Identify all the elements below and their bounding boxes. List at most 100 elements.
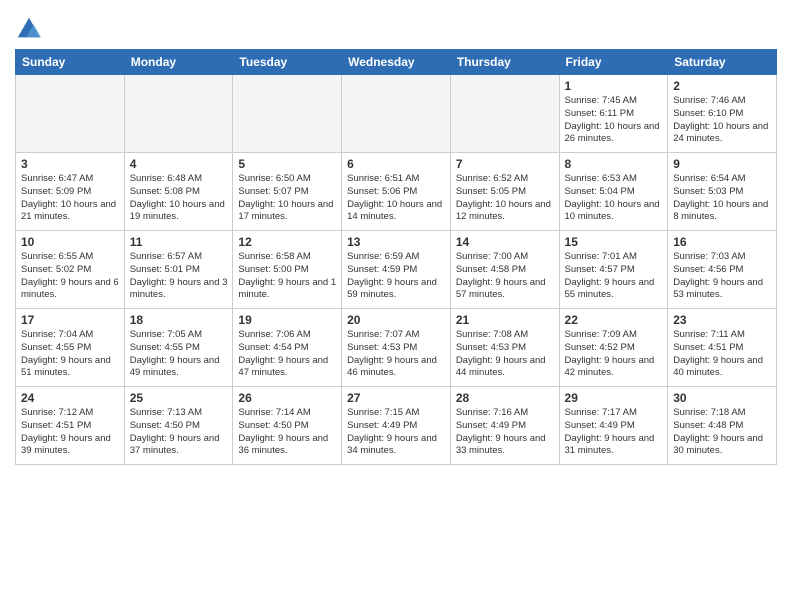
day-cell (450, 75, 559, 153)
day-number: 25 (130, 391, 228, 405)
day-cell: 19 Sunrise: 7:06 AMSunset: 4:54 PMDayligh… (233, 309, 342, 387)
day-info: Sunrise: 7:07 AMSunset: 4:53 PMDaylight:… (347, 329, 445, 380)
day-number: 6 (347, 157, 445, 171)
day-info: Sunrise: 6:55 AMSunset: 5:02 PMDaylight:… (21, 251, 119, 302)
day-cell: 12 Sunrise: 6:58 AMSunset: 5:00 PMDayligh… (233, 231, 342, 309)
day-cell: 22 Sunrise: 7:09 AMSunset: 4:52 PMDayligh… (559, 309, 668, 387)
col-header-sunday: Sunday (16, 50, 125, 75)
day-info: Sunrise: 7:01 AMSunset: 4:57 PMDaylight:… (565, 251, 663, 302)
day-info: Sunrise: 6:50 AMSunset: 5:07 PMDaylight:… (238, 173, 336, 224)
day-cell: 11 Sunrise: 6:57 AMSunset: 5:01 PMDayligh… (124, 231, 233, 309)
day-cell (342, 75, 451, 153)
day-cell: 3Sunrise: 6:47 AMSunset: 5:09 PMDaylight… (16, 153, 125, 231)
day-cell: 17 Sunrise: 7:04 AMSunset: 4:55 PMDayligh… (16, 309, 125, 387)
day-info: Sunrise: 7:46 AMSunset: 6:10 PMDaylight:… (673, 95, 771, 146)
day-info: Sunrise: 6:58 AMSunset: 5:00 PMDaylight:… (238, 251, 336, 302)
day-info: Sunrise: 7:15 AMSunset: 4:49 PMDaylight:… (347, 407, 445, 458)
day-number: 8 (565, 157, 663, 171)
day-cell: 4Sunrise: 6:48 AMSunset: 5:08 PMDaylight… (124, 153, 233, 231)
day-cell: 9 Sunrise: 6:54 AMSunset: 5:03 PMDaylight… (668, 153, 777, 231)
day-number: 13 (347, 235, 445, 249)
day-cell: 21 Sunrise: 7:08 AMSunset: 4:53 PMDayligh… (450, 309, 559, 387)
day-cell: 15 Sunrise: 7:01 AMSunset: 4:57 PMDayligh… (559, 231, 668, 309)
day-number: 18 (130, 313, 228, 327)
day-info: Sunrise: 6:53 AMSunset: 5:04 PMDaylight:… (565, 173, 663, 224)
day-number: 22 (565, 313, 663, 327)
day-number: 3 (21, 157, 119, 171)
day-cell: 1Sunrise: 7:45 AMSunset: 6:11 PMDaylight… (559, 75, 668, 153)
col-header-tuesday: Tuesday (233, 50, 342, 75)
week-row-4: 17 Sunrise: 7:04 AMSunset: 4:55 PMDayligh… (16, 309, 777, 387)
day-cell (233, 75, 342, 153)
day-cell: 29 Sunrise: 7:17 AMSunset: 4:49 PMDayligh… (559, 387, 668, 465)
day-number: 19 (238, 313, 336, 327)
col-header-saturday: Saturday (668, 50, 777, 75)
day-cell (124, 75, 233, 153)
day-info: Sunrise: 7:13 AMSunset: 4:50 PMDaylight:… (130, 407, 228, 458)
day-number: 30 (673, 391, 771, 405)
day-info: Sunrise: 7:45 AMSunset: 6:11 PMDaylight:… (565, 95, 663, 146)
week-row-5: 24 Sunrise: 7:12 AMSunset: 4:51 PMDayligh… (16, 387, 777, 465)
day-cell: 13 Sunrise: 6:59 AMSunset: 4:59 PMDayligh… (342, 231, 451, 309)
day-cell: 6 Sunrise: 6:51 AMSunset: 5:06 PMDaylight… (342, 153, 451, 231)
day-info: Sunrise: 7:06 AMSunset: 4:54 PMDaylight:… (238, 329, 336, 380)
day-cell: 27 Sunrise: 7:15 AMSunset: 4:49 PMDayligh… (342, 387, 451, 465)
header-row: SundayMondayTuesdayWednesdayThursdayFrid… (16, 50, 777, 75)
col-header-thursday: Thursday (450, 50, 559, 75)
day-info: Sunrise: 7:11 AMSunset: 4:51 PMDaylight:… (673, 329, 771, 380)
day-number: 23 (673, 313, 771, 327)
day-cell: 16Sunrise: 7:03 AMSunset: 4:56 PMDayligh… (668, 231, 777, 309)
day-cell: 10 Sunrise: 6:55 AMSunset: 5:02 PMDayligh… (16, 231, 125, 309)
day-number: 28 (456, 391, 554, 405)
day-number: 9 (673, 157, 771, 171)
day-cell: 18 Sunrise: 7:05 AMSunset: 4:55 PMDayligh… (124, 309, 233, 387)
day-info: Sunrise: 7:03 AMSunset: 4:56 PMDaylight:… (673, 251, 771, 302)
day-info: Sunrise: 7:08 AMSunset: 4:53 PMDaylight:… (456, 329, 554, 380)
day-info: Sunrise: 7:00 AMSunset: 4:58 PMDaylight:… (456, 251, 554, 302)
week-row-3: 10 Sunrise: 6:55 AMSunset: 5:02 PMDayligh… (16, 231, 777, 309)
day-number: 27 (347, 391, 445, 405)
day-number: 24 (21, 391, 119, 405)
day-info: Sunrise: 7:14 AMSunset: 4:50 PMDaylight:… (238, 407, 336, 458)
day-number: 26 (238, 391, 336, 405)
day-info: Sunrise: 6:57 AMSunset: 5:01 PMDaylight:… (130, 251, 228, 302)
day-info: Sunrise: 6:52 AMSunset: 5:05 PMDaylight:… (456, 173, 554, 224)
calendar-table: SundayMondayTuesdayWednesdayThursdayFrid… (15, 49, 777, 465)
day-info: Sunrise: 7:04 AMSunset: 4:55 PMDaylight:… (21, 329, 119, 380)
day-cell: 14 Sunrise: 7:00 AMSunset: 4:58 PMDayligh… (450, 231, 559, 309)
week-row-1: 1Sunrise: 7:45 AMSunset: 6:11 PMDaylight… (16, 75, 777, 153)
day-number: 15 (565, 235, 663, 249)
day-cell: 30Sunrise: 7:18 AMSunset: 4:48 PMDayligh… (668, 387, 777, 465)
week-row-2: 3Sunrise: 6:47 AMSunset: 5:09 PMDaylight… (16, 153, 777, 231)
day-number: 4 (130, 157, 228, 171)
calendar-container: SundayMondayTuesdayWednesdayThursdayFrid… (0, 0, 792, 470)
col-header-monday: Monday (124, 50, 233, 75)
logo-icon (15, 15, 43, 43)
day-cell: 24 Sunrise: 7:12 AMSunset: 4:51 PMDayligh… (16, 387, 125, 465)
day-cell: 2 Sunrise: 7:46 AMSunset: 6:10 PMDaylight… (668, 75, 777, 153)
day-info: Sunrise: 6:51 AMSunset: 5:06 PMDaylight:… (347, 173, 445, 224)
day-number: 21 (456, 313, 554, 327)
day-info: Sunrise: 7:12 AMSunset: 4:51 PMDaylight:… (21, 407, 119, 458)
day-info: Sunrise: 6:59 AMSunset: 4:59 PMDaylight:… (347, 251, 445, 302)
day-number: 10 (21, 235, 119, 249)
day-cell (16, 75, 125, 153)
day-number: 7 (456, 157, 554, 171)
day-number: 20 (347, 313, 445, 327)
logo (15, 15, 47, 43)
day-info: Sunrise: 6:54 AMSunset: 5:03 PMDaylight:… (673, 173, 771, 224)
day-number: 17 (21, 313, 119, 327)
day-cell: 28Sunrise: 7:16 AMSunset: 4:49 PMDayligh… (450, 387, 559, 465)
day-number: 29 (565, 391, 663, 405)
col-header-wednesday: Wednesday (342, 50, 451, 75)
day-info: Sunrise: 7:09 AMSunset: 4:52 PMDaylight:… (565, 329, 663, 380)
day-cell: 7 Sunrise: 6:52 AMSunset: 5:05 PMDaylight… (450, 153, 559, 231)
day-cell: 23 Sunrise: 7:11 AMSunset: 4:51 PMDayligh… (668, 309, 777, 387)
day-number: 14 (456, 235, 554, 249)
day-cell: 8 Sunrise: 6:53 AMSunset: 5:04 PMDaylight… (559, 153, 668, 231)
day-number: 11 (130, 235, 228, 249)
day-info: Sunrise: 7:05 AMSunset: 4:55 PMDaylight:… (130, 329, 228, 380)
day-number: 2 (673, 79, 771, 93)
day-info: Sunrise: 7:17 AMSunset: 4:49 PMDaylight:… (565, 407, 663, 458)
day-number: 12 (238, 235, 336, 249)
